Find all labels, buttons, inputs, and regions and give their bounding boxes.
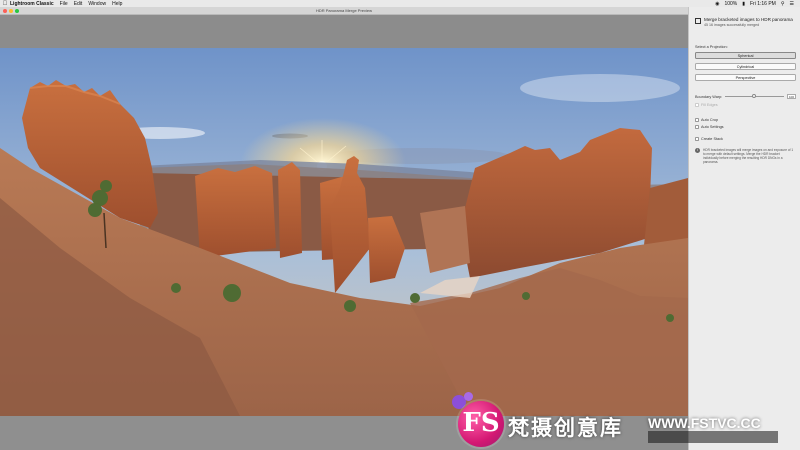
- create-stack-checkbox[interactable]: Create Stack: [695, 137, 723, 141]
- merge-options-panel: Merge bracketed images to HDR panorama 4…: [688, 7, 800, 450]
- close-window-button[interactable]: [3, 9, 7, 13]
- macos-menubar:  Lightroom Classic File Edit Window Hel…: [0, 0, 800, 7]
- boundary-warp-label: Boundary Warp:: [695, 94, 723, 99]
- wifi-icon[interactable]: ◉: [715, 1, 719, 7]
- panel-header: Merge bracketed images to HDR panorama 4…: [695, 17, 797, 28]
- screen:  Lightroom Classic File Edit Window Hel…: [0, 0, 800, 450]
- panorama-icon: [695, 18, 701, 24]
- panel-title: Merge bracketed images to HDR panorama: [704, 17, 793, 22]
- app-menu[interactable]: Lightroom Classic: [10, 1, 54, 7]
- battery-icon[interactable]: ▮: [742, 1, 745, 7]
- perspective-button[interactable]: Perspective: [695, 74, 796, 81]
- info-note: i HDR bracketed images will merge images…: [695, 148, 795, 164]
- window-title: HDR Panorama Merge Preview: [315, 8, 373, 13]
- menu-window[interactable]: Window: [88, 1, 106, 7]
- watermark-chinese-text: 梵摄创意库: [508, 416, 623, 440]
- window-controls: [3, 9, 19, 13]
- projection-label: Select a Projection:: [695, 45, 728, 49]
- auto-settings-checkbox[interactable]: Auto Settings: [695, 125, 724, 129]
- preview-background-top: [0, 15, 688, 48]
- watermark-logo: FS: [458, 401, 504, 447]
- boundary-warp-slider[interactable]: [725, 94, 784, 98]
- menu-edit[interactable]: Edit: [74, 1, 83, 7]
- watermark: FS 梵摄创意库 WWW.FSTVC.CC: [448, 392, 800, 450]
- boundary-warp-value[interactable]: 100: [787, 94, 796, 99]
- create-stack-label: Create Stack: [701, 137, 723, 141]
- minimize-window-button[interactable]: [9, 9, 13, 13]
- apple-icon[interactable]: : [0, 1, 10, 7]
- watermark-bubble-small-icon: [464, 392, 473, 401]
- window-titlebar: HDR Panorama Merge Preview: [0, 7, 688, 15]
- notification-icon[interactable]: ☰: [790, 1, 794, 7]
- battery-label[interactable]: 100%: [724, 1, 737, 7]
- menu-file[interactable]: File: [60, 1, 68, 7]
- boundary-warp-row: Boundary Warp: 100: [695, 94, 796, 99]
- cylindrical-button[interactable]: Cylindrical: [695, 63, 796, 70]
- spherical-button[interactable]: Spherical: [695, 52, 796, 59]
- info-text: HDR bracketed images will merge images o…: [703, 148, 794, 164]
- fill-edges-checkbox[interactable]: Fill Edges: [695, 103, 718, 107]
- panorama-image: [0, 48, 688, 416]
- create-stack-box[interactable]: [695, 137, 699, 141]
- merge-status: 45 16 images successfully merged: [704, 22, 760, 27]
- fill-edges-box[interactable]: [695, 103, 699, 107]
- auto-crop-box[interactable]: [695, 118, 699, 122]
- auto-settings-box[interactable]: [695, 125, 699, 129]
- menubar-status: ◉ 100% ▮ Fri 1:16 PM ⚲ ☰: [715, 1, 800, 7]
- info-icon: i: [695, 148, 700, 153]
- auto-settings-label: Auto Settings: [701, 125, 724, 129]
- watermark-url: WWW.FSTVC.CC: [648, 415, 761, 431]
- boundary-warp-knob[interactable]: [752, 94, 757, 98]
- clock-label[interactable]: Fri 1:16 PM: [750, 1, 776, 7]
- auto-crop-checkbox[interactable]: Auto Crop: [695, 118, 718, 122]
- menu-help[interactable]: Help: [112, 1, 122, 7]
- search-icon[interactable]: ⚲: [781, 1, 785, 7]
- watermark-dark-strip: [648, 431, 778, 443]
- panorama-preview: [0, 48, 688, 416]
- auto-crop-label: Auto Crop: [701, 118, 719, 122]
- zoom-window-button[interactable]: [15, 9, 19, 13]
- fill-edges-label: Fill Edges: [701, 103, 718, 107]
